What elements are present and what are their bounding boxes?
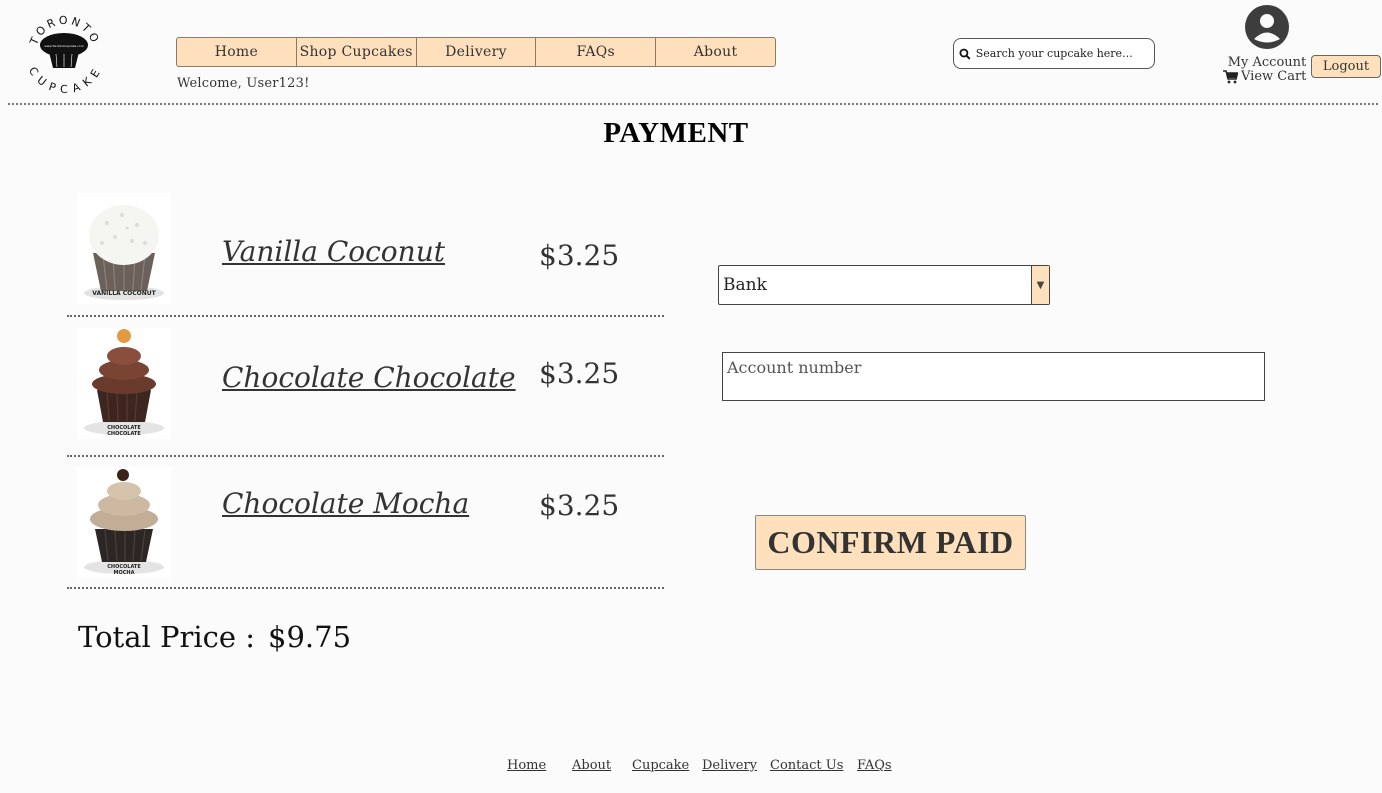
nav-about[interactable]: About xyxy=(656,38,775,66)
user-avatar-icon xyxy=(1245,5,1289,49)
vanilla-coconut-image: VANILLA COCONUT xyxy=(77,193,171,304)
main-nav: Home Shop Cupcakes Delivery FAQs About xyxy=(176,37,776,67)
payment-method-value: Bank xyxy=(723,275,767,295)
total-price-value: $9.75 xyxy=(268,620,352,654)
chocolate-chocolate-price: $3.25 xyxy=(539,357,620,390)
logo-url-text: www.TorontoCupcake.com xyxy=(44,44,83,48)
footer-link-cupcake[interactable]: Cupcake xyxy=(632,758,689,773)
footer-link-contact-us[interactable]: Contact Us xyxy=(770,758,843,773)
welcome-message: Welcome, User123! xyxy=(177,76,310,91)
my-account-label: My Account xyxy=(1227,55,1307,70)
view-cart-label: View Cart xyxy=(1241,69,1307,84)
logo-text-bottom: CUPCAKE xyxy=(26,65,101,96)
item-divider xyxy=(67,587,664,589)
item-divider xyxy=(67,455,664,457)
chocolate-mocha-price: $3.25 xyxy=(539,489,620,522)
view-cart-link[interactable]: View Cart xyxy=(1223,69,1306,84)
logo[interactable]: TORONTO CUPCAKE www.TorontoCupcake.com xyxy=(24,12,106,96)
chocolate-mocha-image: CHOCOLATE MOCHA xyxy=(77,467,171,578)
search-input[interactable] xyxy=(973,46,1154,61)
footer-link-home[interactable]: Home xyxy=(507,758,546,773)
chevron-down-icon[interactable]: ▼ xyxy=(1031,266,1049,304)
cupcake-logo-icon: TORONTO CUPCAKE www.TorontoCupcake.com xyxy=(26,14,104,96)
vanilla-coconut-price: $3.25 xyxy=(539,239,620,272)
vanilla-coconut-link[interactable]: Vanilla Coconut xyxy=(222,235,445,268)
search-icon xyxy=(959,48,971,60)
chocolate-chocolate-link[interactable]: Chocolate Chocolate xyxy=(222,361,516,394)
footer-link-faqs[interactable]: FAQs xyxy=(857,758,892,773)
header-divider xyxy=(8,103,1378,105)
payment-method-select[interactable]: Bank ▼ xyxy=(718,265,1050,305)
chocolate-mocha-link[interactable]: Chocolate Mocha xyxy=(222,487,469,520)
my-account[interactable]: My Account xyxy=(1222,4,1312,70)
nav-shop-cupcakes[interactable]: Shop Cupcakes xyxy=(297,38,417,66)
chocolate-mocha-caption-2: MOCHA xyxy=(114,570,135,576)
footer-link-about[interactable]: About xyxy=(572,758,611,773)
svg-text:CUPCAKE: CUPCAKE xyxy=(26,65,104,94)
confirm-paid-button[interactable]: CONFIRM PAID xyxy=(755,515,1026,570)
logout-button[interactable]: Logout xyxy=(1311,55,1381,78)
chocolate-chocolate-caption-2: CHOCOLATE xyxy=(107,431,141,437)
nav-faqs[interactable]: FAQs xyxy=(536,38,657,66)
footer-link-delivery[interactable]: Delivery xyxy=(702,758,757,773)
page-title: PAYMENT xyxy=(603,117,749,149)
account-number-field[interactable] xyxy=(722,352,1265,401)
item-divider xyxy=(67,315,664,317)
cart-icon xyxy=(1223,69,1238,83)
total-price-label: Total Price : xyxy=(78,620,256,654)
chocolate-chocolate-image: CHOCOLATE CHOCOLATE xyxy=(77,328,171,439)
vanilla-coconut-caption: VANILLA COCONUT xyxy=(92,290,156,297)
search-box xyxy=(953,38,1155,69)
nav-home[interactable]: Home xyxy=(177,38,297,66)
nav-delivery[interactable]: Delivery xyxy=(417,38,537,66)
